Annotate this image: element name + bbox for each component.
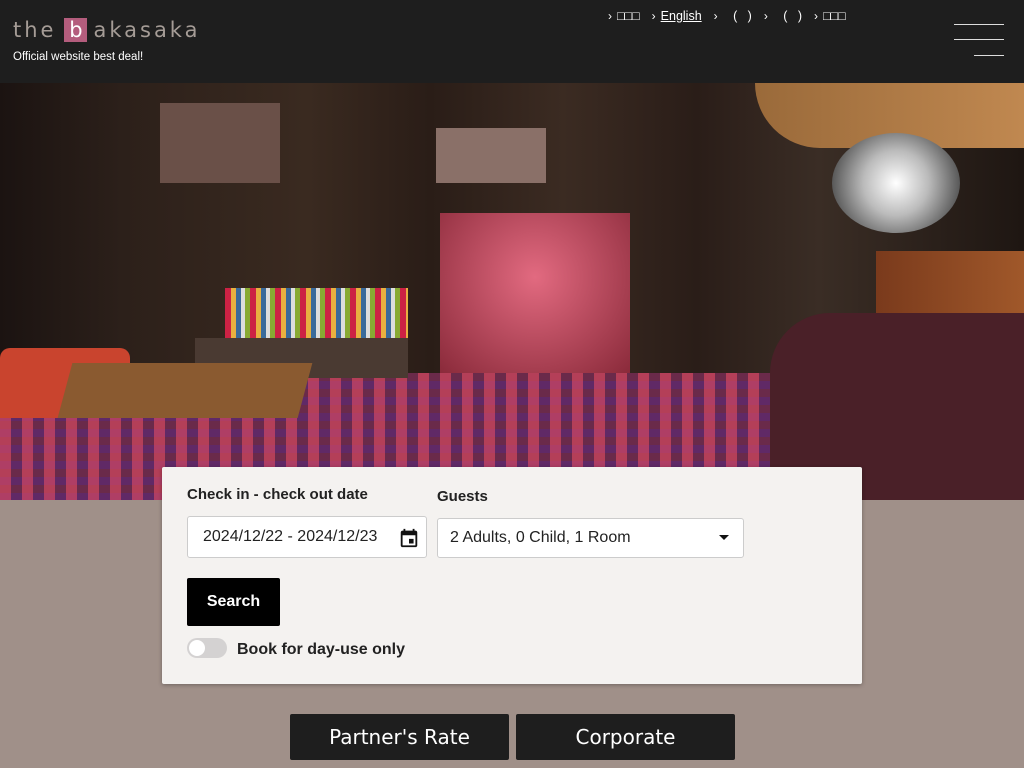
tagline: Official website best deal!	[13, 51, 144, 63]
day-use-label: Book for day-use only	[237, 641, 406, 658]
date-range-input[interactable]: 2024/12/22 - 2024/12/23	[187, 516, 427, 558]
nav-label: □□□	[617, 9, 640, 23]
partners-rate-button[interactable]: Partner's Rate	[290, 714, 509, 760]
chevron-right-icon: ›	[651, 9, 656, 23]
calendar-icon[interactable]	[398, 527, 420, 549]
chevron-right-icon: ›	[713, 9, 718, 23]
logo-mark: b	[64, 18, 88, 42]
guests-value: 2 Adults, 0 Child, 1 Room	[450, 529, 631, 546]
caret-down-icon	[719, 535, 729, 540]
nav-item-english[interactable]: › English	[652, 9, 702, 23]
booking-form: Check in - check out date Guests 2024/12…	[162, 467, 862, 684]
day-use-toggle[interactable]	[187, 638, 227, 658]
guests-label: Guests	[437, 488, 488, 505]
hamburger-icon[interactable]	[954, 24, 1004, 58]
nav-label: English	[660, 9, 702, 23]
nav-item-4[interactable]: › ( )	[764, 9, 802, 23]
nav-item-3[interactable]: › ( )	[714, 9, 752, 23]
nav-label: ( )	[722, 9, 752, 23]
chevron-right-icon: ›	[814, 9, 818, 23]
nav-label: □□□	[823, 9, 846, 23]
search-button[interactable]: Search	[187, 578, 280, 626]
nav-item-5[interactable]: › □□□	[814, 9, 846, 23]
guests-select[interactable]: 2 Adults, 0 Child, 1 Room	[437, 518, 744, 558]
nav-item-1[interactable]: › □□□	[608, 9, 640, 23]
logo-text-the: the	[13, 18, 57, 42]
chevron-right-icon: ›	[608, 9, 612, 23]
hero-lobby-image	[0, 83, 1024, 500]
chevron-right-icon: ›	[763, 9, 768, 23]
site-header: the b akasaka Official website best deal…	[0, 0, 1024, 83]
date-label: Check in - check out date	[187, 486, 368, 503]
corporate-button[interactable]: Corporate	[516, 714, 735, 760]
nav-label: ( )	[772, 9, 802, 23]
language-nav: › □□□ › English › ( ) › ( ) › □□□	[608, 9, 858, 23]
date-range-value: 2024/12/22 - 2024/12/23	[203, 528, 378, 545]
logo-text-akasaka: akasaka	[93, 18, 201, 42]
logo[interactable]: the b akasaka	[13, 18, 200, 42]
